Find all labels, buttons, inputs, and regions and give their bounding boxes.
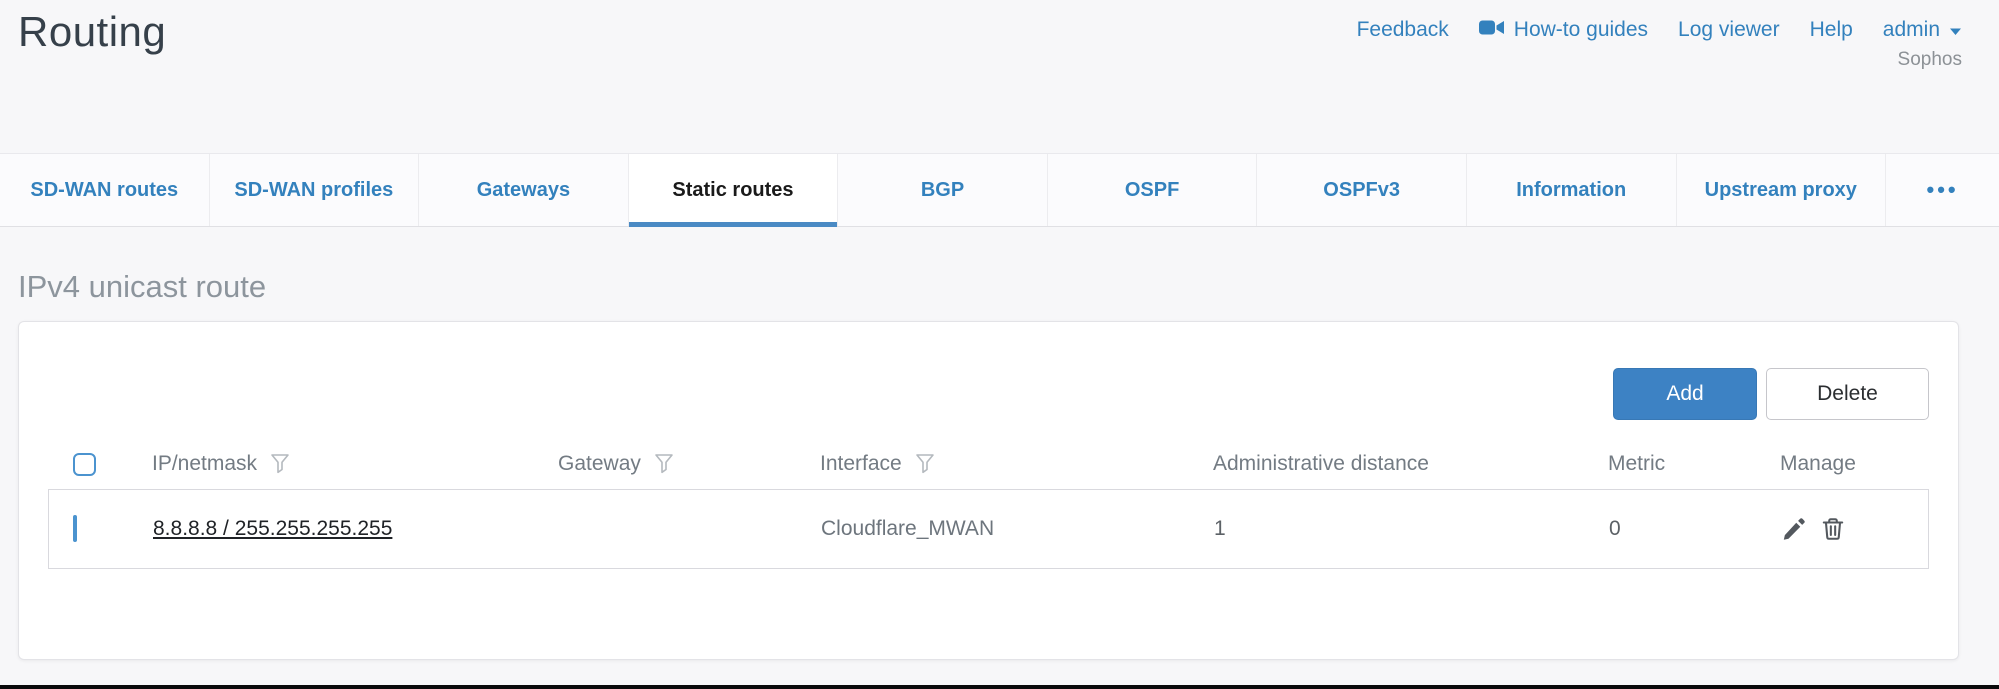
table-row: 8.8.8.8 / 255.255.255.255 Cloudflare_MWA… — [48, 489, 1929, 569]
edit-pencil-icon[interactable] — [1781, 516, 1807, 542]
col-interface-label: Interface — [820, 452, 902, 476]
help-label: Help — [1810, 18, 1853, 42]
account-label: admin — [1883, 18, 1940, 42]
table-actions: Add Delete — [48, 368, 1929, 420]
top-bar: Routing Feedback How-to guides Log viewe… — [0, 0, 1999, 153]
col-manage-label: Manage — [1780, 452, 1856, 476]
filter-funnel-icon[interactable] — [270, 453, 290, 475]
row-ip-netmask-cell: 8.8.8.8 / 255.255.255.255 — [153, 517, 559, 541]
col-metric-label: Metric — [1608, 452, 1665, 476]
tab-ospf[interactable]: OSPF — [1048, 154, 1258, 226]
top-nav-links: Feedback How-to guides Log viewer Help a… — [1357, 18, 1962, 42]
log-viewer-label: Log viewer — [1678, 18, 1780, 42]
row-metric-cell: 0 — [1609, 517, 1781, 541]
org-name: Sophos — [1898, 49, 1962, 71]
col-ip-netmask-label: IP/netmask — [152, 452, 257, 476]
route-link[interactable]: 8.8.8.8 / 255.255.255.255 — [153, 517, 392, 540]
tab-gateways[interactable]: Gateways — [419, 154, 629, 226]
page: Routing Feedback How-to guides Log viewe… — [0, 0, 1999, 660]
row-checkbox-cell — [49, 517, 153, 541]
select-all-checkbox[interactable] — [73, 453, 96, 476]
page-title: Routing — [18, 8, 166, 56]
caret-down-icon — [1949, 18, 1962, 42]
howto-guides-label: How-to guides — [1514, 18, 1648, 42]
tab-bgp[interactable]: BGP — [838, 154, 1048, 226]
log-viewer-link[interactable]: Log viewer — [1678, 18, 1780, 42]
tab-information[interactable]: Information — [1467, 154, 1677, 226]
add-button[interactable]: Add — [1613, 368, 1757, 420]
row-manage-cell — [1781, 516, 1928, 542]
tab-sd-wan-profiles[interactable]: SD-WAN profiles — [210, 154, 420, 226]
table-header: IP/netmask Gateway Interface Administrat… — [48, 439, 1929, 489]
more-tabs-icon[interactable]: ••• — [1886, 154, 1999, 226]
col-metric: Metric — [1608, 452, 1780, 476]
tab-static-routes[interactable]: Static routes — [629, 154, 839, 226]
row-interface-cell: Cloudflare_MWAN — [821, 517, 1214, 541]
col-ip-netmask: IP/netmask — [152, 452, 558, 476]
howto-guides-link[interactable]: How-to guides — [1479, 18, 1648, 42]
filter-funnel-icon[interactable] — [654, 453, 674, 475]
bottom-edge-bar — [0, 685, 1999, 689]
tab-bar: SD-WAN routes SD-WAN profiles Gateways S… — [0, 153, 1999, 227]
feedback-link[interactable]: Feedback — [1357, 18, 1449, 42]
row-checkbox[interactable] — [73, 515, 77, 542]
delete-button[interactable]: Delete — [1766, 368, 1929, 420]
col-manage: Manage — [1780, 452, 1929, 476]
col-gateway-label: Gateway — [558, 452, 641, 476]
delete-trash-icon[interactable] — [1820, 516, 1846, 542]
col-administrative-distance: Administrative distance — [1213, 452, 1608, 476]
account-menu[interactable]: admin — [1883, 18, 1962, 42]
feedback-label: Feedback — [1357, 18, 1449, 42]
video-camera-icon — [1479, 18, 1505, 42]
header-checkbox-cell — [48, 453, 152, 476]
help-link[interactable]: Help — [1810, 18, 1853, 42]
tab-ospfv3[interactable]: OSPFv3 — [1257, 154, 1467, 226]
tab-upstream-proxy[interactable]: Upstream proxy — [1677, 154, 1887, 226]
tab-sd-wan-routes[interactable]: SD-WAN routes — [0, 154, 210, 226]
col-administrative-distance-label: Administrative distance — [1213, 452, 1429, 476]
routes-card: Add Delete IP/netmask Gateway Interfac — [18, 321, 1959, 660]
top-nav: Feedback How-to guides Log viewer Help a… — [1357, 8, 1962, 71]
col-gateway: Gateway — [558, 452, 820, 476]
filter-funnel-icon[interactable] — [915, 453, 935, 475]
row-administrative-distance-cell: 1 — [1214, 517, 1609, 541]
col-interface: Interface — [820, 452, 1213, 476]
section-heading: IPv4 unicast route — [18, 268, 1999, 306]
